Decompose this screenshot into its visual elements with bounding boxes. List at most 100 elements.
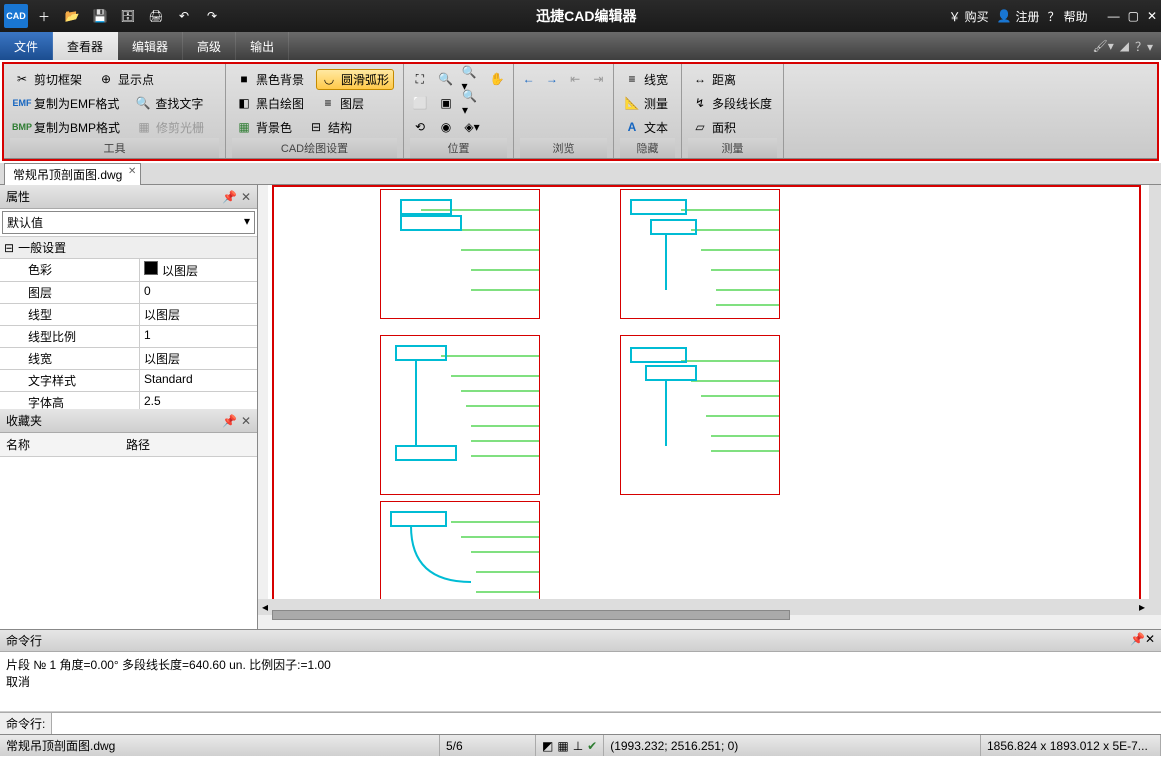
cut-frame-button[interactable]: ✂剪切框架 xyxy=(10,70,86,89)
vertical-scrollbar[interactable] xyxy=(1149,185,1161,615)
menu-viewer[interactable]: 查看器 xyxy=(53,32,118,60)
scroll-right-icon[interactable]: ▸ xyxy=(1135,600,1149,614)
open-icon[interactable]: 📂 xyxy=(60,4,84,28)
register-button[interactable]: 👤注册 xyxy=(997,8,1040,25)
command-log-line: 取消 xyxy=(6,673,1155,690)
distance-button[interactable]: ↔距离 xyxy=(688,70,740,89)
osnap-icon[interactable]: ✔ xyxy=(587,739,597,753)
props-value: Standard xyxy=(140,370,257,391)
undo-icon[interactable]: ↶ xyxy=(172,4,196,28)
bw-draw-button[interactable]: ◧黑白绘图 xyxy=(232,94,308,113)
pan-icon[interactable]: ✋ xyxy=(487,69,507,89)
scroll-left-icon[interactable]: ◂ xyxy=(258,600,272,614)
orbit-icon[interactable]: ◉ xyxy=(436,117,456,137)
props-value: 0 xyxy=(140,282,257,303)
pin-icon[interactable]: 📌 xyxy=(222,190,237,204)
window-icon[interactable]: ▣ xyxy=(436,93,456,113)
snap-icon[interactable]: ◩ xyxy=(542,739,553,753)
panel-toggle-icon[interactable]: ◢ xyxy=(1120,39,1129,53)
menu-editor[interactable]: 编辑器 xyxy=(118,32,183,60)
prev-icon[interactable]: ← xyxy=(520,69,537,89)
ribbon: ✂剪切框架 ⊕显示点 EMF复制为EMF格式 🔍查找文字 BMP复制为BMP格式… xyxy=(4,64,1157,159)
copy-emf-button[interactable]: EMF复制为EMF格式 xyxy=(10,94,123,113)
props-row[interactable]: 字体高2.5 xyxy=(0,392,257,409)
new-icon[interactable]: ＋ xyxy=(32,4,56,28)
props-row[interactable]: 文字样式Standard xyxy=(0,370,257,392)
text-icon: A xyxy=(624,119,640,135)
app-title: 迅捷CAD编辑器 xyxy=(224,6,949,26)
show-point-button[interactable]: ⊕显示点 xyxy=(94,70,158,89)
first-icon[interactable]: ⇤ xyxy=(567,69,584,89)
document-tab[interactable]: 常规吊顶剖面图.dwg ✕ xyxy=(4,163,141,185)
chevron-down-icon: ▾ xyxy=(244,214,250,231)
favorites-panel-header: 收藏夹 📌✕ xyxy=(0,409,257,433)
bw-icon: ◧ xyxy=(236,95,252,111)
help-small-icon[interactable]: ？▾ xyxy=(1135,38,1153,55)
props-default-dropdown[interactable]: 默认值▾ xyxy=(2,211,255,234)
zoom-out-dropdown[interactable]: 🔍▾ xyxy=(462,93,482,113)
zoom-in-dropdown[interactable]: 🔍▾ xyxy=(462,69,482,89)
ribbon-group-measure-label: 测量 xyxy=(688,138,777,158)
menu-advanced[interactable]: 高级 xyxy=(183,32,236,60)
help-button[interactable]: ？帮助 xyxy=(1048,8,1088,25)
line-icon: ≡ xyxy=(624,71,640,87)
command-log-line: 片段 № 1 角度=0.00° 多段线长度=640.60 un. 比例因子:=1… xyxy=(6,656,1155,673)
save-icon[interactable]: 💾 xyxy=(88,4,112,28)
props-row[interactable]: 线宽以图层 xyxy=(0,348,257,370)
trim-raster-button[interactable]: ▦修剪光栅 xyxy=(132,118,208,137)
area-button[interactable]: ▱面积 xyxy=(688,118,740,137)
find-text-button[interactable]: 🔍查找文字 xyxy=(131,94,207,113)
minimize-icon[interactable]: — xyxy=(1108,9,1120,23)
pin-icon[interactable]: 📌 xyxy=(1130,632,1145,646)
copy-bmp-button[interactable]: BMP复制为BMP格式 xyxy=(10,118,124,137)
props-row[interactable]: 色彩以图层 xyxy=(0,259,257,282)
favorites-columns: 名称 路径 xyxy=(0,433,257,457)
fit-icon[interactable]: ⛶ xyxy=(410,69,430,89)
last-icon[interactable]: ⇥ xyxy=(590,69,607,89)
structure-button[interactable]: ⊟结构 xyxy=(304,118,356,137)
black-square-icon: ■ xyxy=(236,71,252,87)
panel-close-icon[interactable]: ✕ xyxy=(241,414,251,428)
props-row[interactable]: 线型以图层 xyxy=(0,304,257,326)
command-input[interactable] xyxy=(52,713,1161,734)
tab-close-icon[interactable]: ✕ xyxy=(128,166,136,177)
text-toggle-button[interactable]: A文本 xyxy=(620,118,672,137)
next-icon[interactable]: → xyxy=(543,69,560,89)
properties-panel-header: 属性 📌✕ xyxy=(0,185,257,209)
style-dropdown-icon[interactable]: 🖌▾ xyxy=(1092,39,1113,53)
buy-button[interactable]: ￥购买 xyxy=(949,8,989,25)
pin-icon[interactable]: 📌 xyxy=(222,414,237,428)
panel-close-icon[interactable]: ✕ xyxy=(241,190,251,204)
measure-toggle-button[interactable]: 📐测量 xyxy=(620,94,672,113)
grid-toggle-icon[interactable]: ▦ xyxy=(557,739,568,753)
color-icon: ▦ xyxy=(236,119,252,135)
zoom-icon[interactable]: 🔍 xyxy=(436,69,456,89)
polyline-length-button[interactable]: ↯多段线长度 xyxy=(688,94,776,113)
ortho-icon[interactable]: ⊥ xyxy=(573,739,583,753)
print-icon[interactable]: 🖨 xyxy=(144,4,168,28)
black-bg-button[interactable]: ■黑色背景 xyxy=(232,70,308,89)
maximize-icon[interactable]: ▢ xyxy=(1128,9,1139,23)
close-icon[interactable]: ✕ xyxy=(1147,9,1157,23)
menu-file[interactable]: 文件 xyxy=(0,32,53,60)
smooth-arc-button[interactable]: ◡圆滑弧形 xyxy=(316,69,394,90)
tree-icon: ⊟ xyxy=(308,119,324,135)
props-section-general[interactable]: ⊟一般设置 xyxy=(0,237,257,259)
redo-icon[interactable]: ↷ xyxy=(200,4,224,28)
props-row[interactable]: 图层0 xyxy=(0,282,257,304)
panel-close-icon[interactable]: ✕ xyxy=(1145,632,1155,646)
bg-color-button[interactable]: ▦背景色 xyxy=(232,118,296,137)
drawing-canvas[interactable] xyxy=(268,185,1149,599)
favorites-body xyxy=(0,457,257,629)
view-dropdown[interactable]: ◈▾ xyxy=(462,117,482,137)
props-value: 以图层 xyxy=(140,304,257,325)
props-row[interactable]: 线型比例1 xyxy=(0,326,257,348)
menu-output[interactable]: 输出 xyxy=(236,32,289,60)
horizontal-scrollbar[interactable]: ◂ ▸ xyxy=(258,599,1149,615)
extents-icon[interactable]: ⬜ xyxy=(410,93,430,113)
saveall-icon[interactable]: 🗄 xyxy=(116,4,140,28)
rotate-icon[interactable]: ⟲ xyxy=(410,117,430,137)
layers-button[interactable]: ≡图层 xyxy=(316,94,368,113)
ribbon-group-tools-label: 工具 xyxy=(10,138,219,158)
linewidth-button[interactable]: ≡线宽 xyxy=(620,70,672,89)
